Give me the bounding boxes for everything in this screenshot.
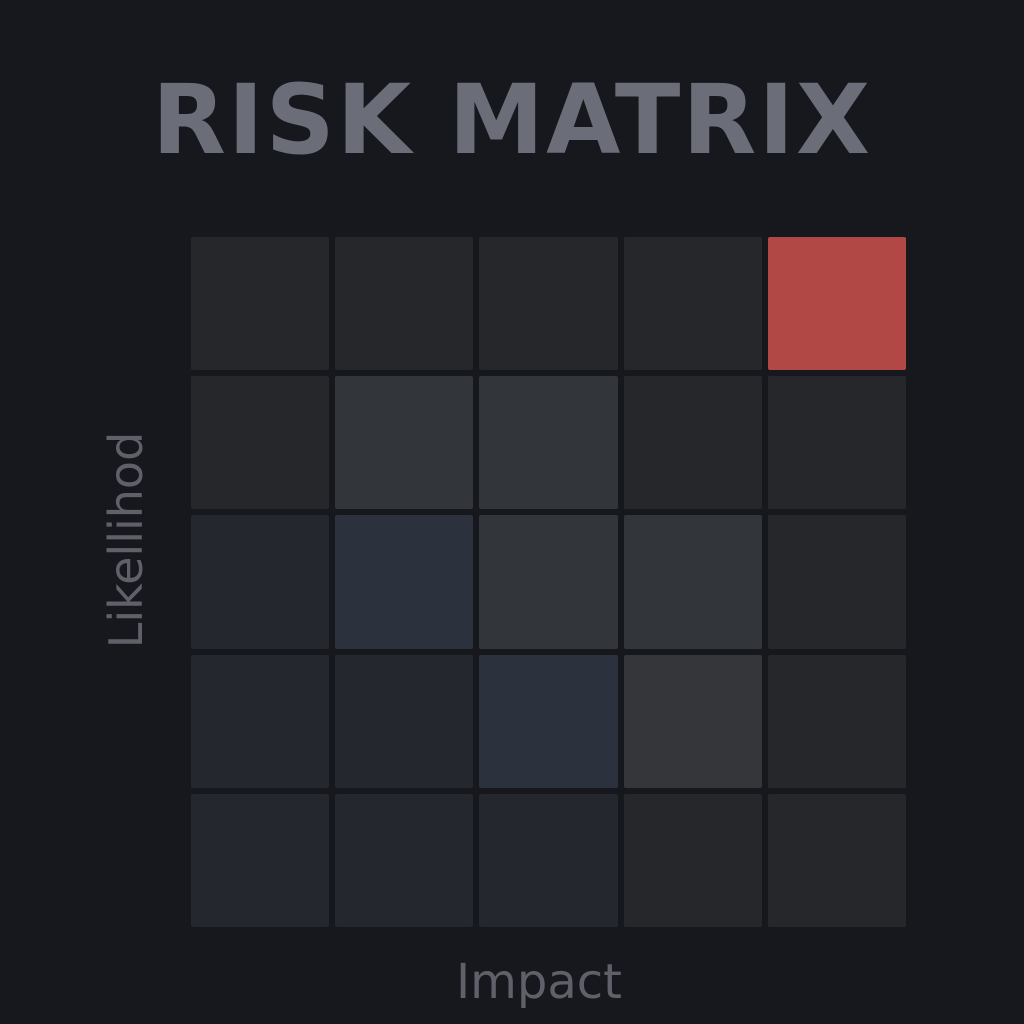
heatmap-cell-r4-c2 xyxy=(335,654,474,788)
heatmap-cell-r4-c4 xyxy=(623,654,762,788)
heatmap-cell-r4-c5 xyxy=(767,654,906,788)
heatmap-cell-r5-c2 xyxy=(335,793,474,927)
heatmap-cell-r3-c4 xyxy=(623,515,762,649)
heatmap-grid xyxy=(191,237,906,927)
heatmap-cell-r2-c4 xyxy=(623,376,762,510)
x-axis-label: Impact xyxy=(455,954,622,1010)
chart-title: RISK MATRIX xyxy=(151,64,873,176)
heatmap-cell-r5-c4 xyxy=(623,793,762,927)
heatmap-cell-r2-c2 xyxy=(335,376,474,510)
heatmap-cell-r1-c4 xyxy=(623,237,762,371)
heatmap-cell-r3-c5 xyxy=(767,515,906,649)
heatmap-cell-r5-c5 xyxy=(767,793,906,927)
risk-matrix-chart: RISK MATRIX Likellihod Impact xyxy=(0,0,1024,1024)
y-axis-label: Likellihod xyxy=(99,431,153,649)
heatmap-cell-r2-c1 xyxy=(191,376,330,510)
heatmap-cell-r1-c3 xyxy=(479,237,618,371)
heatmap-cell-r3-c1 xyxy=(191,515,330,649)
heatmap-cell-r4-c1 xyxy=(191,654,330,788)
heatmap-cell-r5-c3 xyxy=(479,793,618,927)
heatmap-cell-r2-c3 xyxy=(479,376,618,510)
heatmap-cell-r2-c5 xyxy=(767,376,906,510)
heatmap-cell-r1-c2 xyxy=(335,237,474,371)
heatmap-cell-r4-c3 xyxy=(479,654,618,788)
heatmap-cell-r1-c1 xyxy=(191,237,330,371)
heatmap-cell-r5-c1 xyxy=(191,793,330,927)
heatmap-cell-r1-c5 xyxy=(767,237,906,371)
heatmap-cell-r3-c2 xyxy=(335,515,474,649)
heatmap-cell-r3-c3 xyxy=(479,515,618,649)
